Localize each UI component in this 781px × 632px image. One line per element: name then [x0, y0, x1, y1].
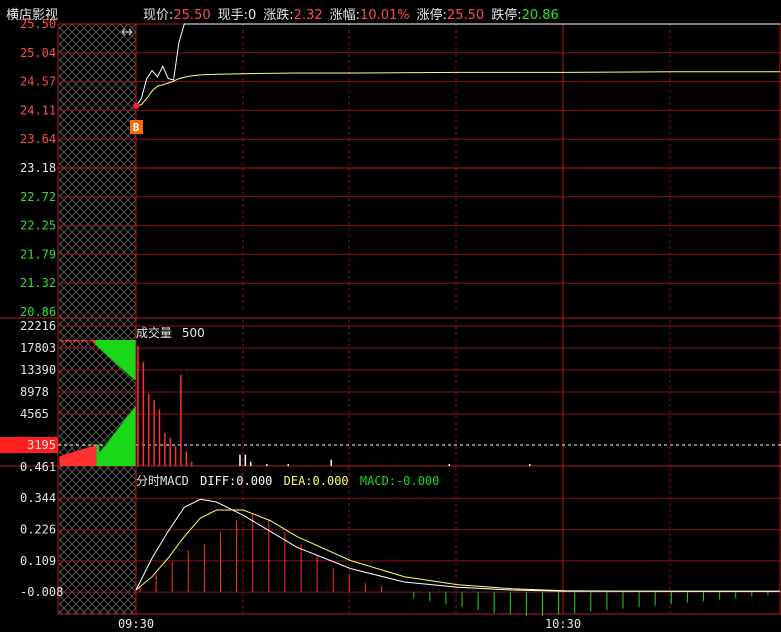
volume-y-label: 4565	[20, 407, 49, 421]
price-y-label: 22.72	[20, 190, 56, 204]
price-y-label: 25.50	[20, 17, 56, 31]
macd-dea-value: DEA:0.000	[283, 474, 349, 488]
macd-y-label: 0.344	[20, 491, 56, 505]
price-y-label: 21.32	[20, 276, 56, 290]
price-y-label: 25.04	[20, 46, 56, 60]
price-line	[135, 23, 780, 107]
price-y-label: 24.11	[20, 103, 56, 117]
macd-title-label: 分时MACD	[136, 474, 189, 488]
macd-y-label: 0.461	[20, 460, 56, 474]
price-y-label: 22.25	[20, 219, 56, 233]
time-axis-label: 09:30	[118, 617, 154, 631]
current-volume-badge: 3195	[0, 437, 58, 453]
volume-title-value: 500	[181, 326, 205, 340]
current-volume-value: 3195	[27, 438, 56, 452]
diff-line	[135, 498, 780, 592]
price-y-label: 23.64	[20, 132, 56, 146]
volume-y-label: 17803	[20, 341, 56, 355]
macd-y-label: -0.008	[20, 585, 63, 599]
price-y-label: 24.57	[20, 75, 56, 89]
volume-title-label: 成交量	[136, 326, 173, 340]
dea-line	[135, 509, 780, 592]
price-y-label: 21.79	[20, 247, 56, 261]
price-y-label: 23.18	[20, 161, 56, 175]
premarket-hatch-area	[59, 24, 136, 614]
intraday-chart[interactable]: 25.50 25.04 24.57 24.11 23.64 23.18 22.72 22.25…	[0, 0, 781, 632]
macd-diff-value: DIFF:0.000	[200, 474, 273, 488]
volume-y-label: 13390	[20, 363, 56, 377]
volume-y-label: 22216	[20, 319, 56, 333]
volume-title: 成交量 500	[136, 324, 205, 341]
price-y-label: 20.86	[20, 305, 56, 319]
macd-y-label: 0.109	[20, 554, 56, 568]
average-price-line	[135, 71, 780, 107]
macd-macd-value: MACD:-0.000	[359, 474, 440, 488]
macd-title: 分时MACD DIFF:0.000 DEA:0.000 MACD:-0.000	[136, 472, 439, 489]
buy-marker-label: B	[133, 121, 140, 134]
volume-y-label: 8978	[20, 385, 49, 399]
buy-point-dot	[133, 102, 139, 109]
time-axis-label: 10:30	[545, 617, 581, 631]
macd-y-label: 0.226	[20, 523, 56, 537]
